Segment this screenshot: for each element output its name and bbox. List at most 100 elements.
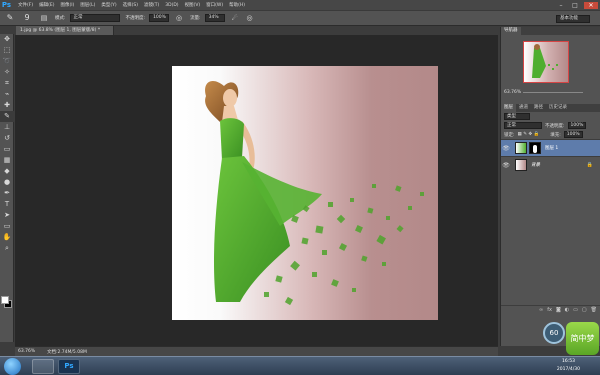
pressure-size-icon[interactable]: ◎ (245, 13, 255, 23)
pressure-opacity-icon[interactable]: ◎ (174, 13, 184, 23)
layer-opacity-input[interactable]: 100% (567, 122, 587, 129)
close-icon[interactable]: ✕ (584, 1, 598, 9)
crop-tool-icon[interactable]: ⌗ (0, 78, 14, 89)
watermark-badge: 简中梦 (566, 322, 599, 355)
menu-filter[interactable]: 滤镜(T) (144, 2, 159, 8)
menu-3d[interactable]: 3D(D) (165, 3, 178, 8)
healing-brush-tool-icon[interactable]: ✚ (0, 100, 14, 111)
lock-icon: 🔒 (586, 162, 593, 168)
hand-tool-icon[interactable]: ✋ (0, 232, 14, 243)
airbrush-icon[interactable]: ☄ (230, 13, 240, 23)
flow-input[interactable]: 34% (204, 14, 225, 22)
navigator-tabs: 导航器 (501, 27, 600, 35)
menu-help[interactable]: 帮助(H) (229, 2, 245, 8)
shape-tool-icon[interactable]: ▭ (0, 221, 14, 232)
speed-ball-widget[interactable]: 60 (543, 322, 565, 344)
clock-date: 2017/4/30 (556, 367, 580, 372)
layer-mask-thumbnail[interactable] (529, 142, 541, 154)
move-tool-icon[interactable]: ✥ (0, 34, 14, 45)
eyedropper-tool-icon[interactable]: ⌁ (0, 89, 14, 100)
mode-select[interactable]: 正常 (69, 14, 120, 22)
menu-layer[interactable]: 图层(L) (80, 2, 95, 8)
workspace-select[interactable]: 基本功能 (556, 15, 590, 23)
menu-view[interactable]: 视图(V) (185, 2, 201, 8)
document-tab[interactable]: 1.jpg @ 63.8% (图层 1, 图层蒙版/8) * (16, 26, 114, 35)
tab-channels[interactable]: 通道 (516, 104, 531, 112)
menu-select[interactable]: 选择(S) (123, 2, 138, 8)
maximize-icon[interactable]: □ (570, 2, 580, 9)
gradient-tool-icon[interactable]: ▦ (0, 155, 14, 166)
fill-label: 填充: (550, 132, 561, 138)
menu-window[interactable]: 窗口(W) (206, 2, 223, 8)
adjustment-layer-icon[interactable]: ◐ (565, 307, 569, 313)
layers-panel: 图层 通道 路径 历史记录 类型 正常 不透明度: 100% 锁定: ▦ ✎ ✥… (501, 104, 600, 346)
window-controls: – □ ✕ (556, 0, 598, 10)
layer-filter-select[interactable]: 类型 (504, 113, 530, 120)
blend-mode-select[interactable]: 正常 (504, 122, 542, 129)
layer-opacity-label: 不透明度: (545, 123, 565, 129)
taskbar-photoshop-button[interactable]: Ps (58, 359, 80, 374)
layers-footer: ∞ fx ◙ ◐ ▭ ▢ 🗑 (501, 305, 600, 314)
lock-icons[interactable]: ▦ ✎ ✥ 🔒 (518, 132, 540, 137)
blur-tool-icon[interactable]: ◆ (0, 166, 14, 177)
path-select-tool-icon[interactable]: ➤ (0, 210, 14, 221)
brush-size-picker[interactable]: 9 (20, 12, 34, 24)
dodge-tool-icon[interactable]: ● (0, 177, 14, 188)
new-layer-icon[interactable]: ▢ (582, 307, 587, 313)
eraser-tool-icon[interactable]: ▭ (0, 144, 14, 155)
layer-name[interactable]: 图层 1 (545, 145, 558, 151)
tab-paths[interactable]: 路径 (531, 104, 546, 112)
brush-panel-icon[interactable]: ▤ (39, 13, 49, 23)
layer-style-icon[interactable]: fx (547, 307, 552, 313)
marquee-tool-icon[interactable]: ⬚ (0, 45, 14, 56)
zoom-tool-icon[interactable]: ⌕ (0, 243, 14, 254)
layer-thumbnail[interactable] (515, 159, 527, 171)
add-mask-icon[interactable]: ◙ (556, 307, 561, 313)
navigator-preview[interactable] (523, 41, 569, 83)
opacity-input[interactable]: 100% (149, 14, 170, 22)
layer-name[interactable]: 背景 (531, 162, 540, 168)
visibility-eye-icon[interactable]: 👁 (501, 145, 511, 152)
photoshop-logo: Ps (1, 0, 12, 9)
start-button[interactable] (4, 358, 21, 375)
lock-row: 锁定: ▦ ✎ ✥ 🔒 填充: 100% (501, 130, 600, 139)
navigator-zoom-slider[interactable] (523, 92, 583, 93)
lasso-tool-icon[interactable]: ➰ (0, 56, 14, 67)
tab-layers[interactable]: 图层 (501, 104, 516, 112)
document-canvas[interactable] (172, 66, 438, 320)
quick-select-tool-icon[interactable]: ✧ (0, 67, 14, 78)
trash-icon[interactable]: 🗑 (591, 307, 597, 313)
layer-thumbnail[interactable] (515, 142, 527, 154)
dispersion-artwork (205, 81, 424, 306)
fill-input[interactable]: 100% (563, 131, 583, 138)
status-zoom[interactable]: 63.76% (15, 349, 41, 354)
navigator-zoom[interactable]: 63.76% (504, 90, 521, 95)
type-tool-icon[interactable]: T (0, 199, 14, 210)
status-doc-info[interactable]: 文档:2.74M/5.08M (47, 349, 87, 355)
menu-file[interactable]: 文件(F) (18, 2, 33, 8)
clock[interactable]: 16:53 2017/4/30 (557, 358, 580, 374)
layer-row[interactable]: 👁 图层 1 (501, 139, 600, 156)
navigator-panel: 63.76% (501, 35, 600, 100)
navigator-figure (532, 44, 558, 78)
foreground-color-swatch[interactable] (1, 296, 9, 304)
pen-tool-icon[interactable]: ✒ (0, 188, 14, 199)
brush-tool-icon[interactable]: ✎ (0, 111, 14, 122)
new-group-icon[interactable]: ▭ (573, 307, 578, 313)
visibility-eye-icon[interactable]: 👁 (501, 162, 511, 169)
opacity-label: 不透明度: (125, 16, 146, 21)
minimize-icon[interactable]: – (556, 2, 566, 9)
link-layers-icon[interactable]: ∞ (539, 307, 543, 313)
layers-tabs: 图层 通道 路径 历史记录 (501, 104, 600, 112)
tab-history[interactable]: 历史记录 (546, 104, 570, 112)
blend-row: 正常 不透明度: 100% (501, 121, 600, 130)
clone-stamp-tool-icon[interactable]: ⊥ (0, 122, 14, 133)
menu-type[interactable]: 类型(Y) (101, 2, 116, 8)
brush-tool-preset-icon[interactable]: ✎ (3, 12, 17, 24)
taskbar-explorer-button[interactable] (32, 359, 54, 374)
tab-navigator[interactable]: 导航器 (501, 27, 521, 35)
layer-row[interactable]: 👁 背景 🔒 (501, 156, 600, 173)
menu-edit[interactable]: 编辑(E) (39, 2, 54, 8)
history-brush-tool-icon[interactable]: ↺ (0, 133, 14, 144)
menu-image[interactable]: 图像(I) (60, 2, 74, 8)
